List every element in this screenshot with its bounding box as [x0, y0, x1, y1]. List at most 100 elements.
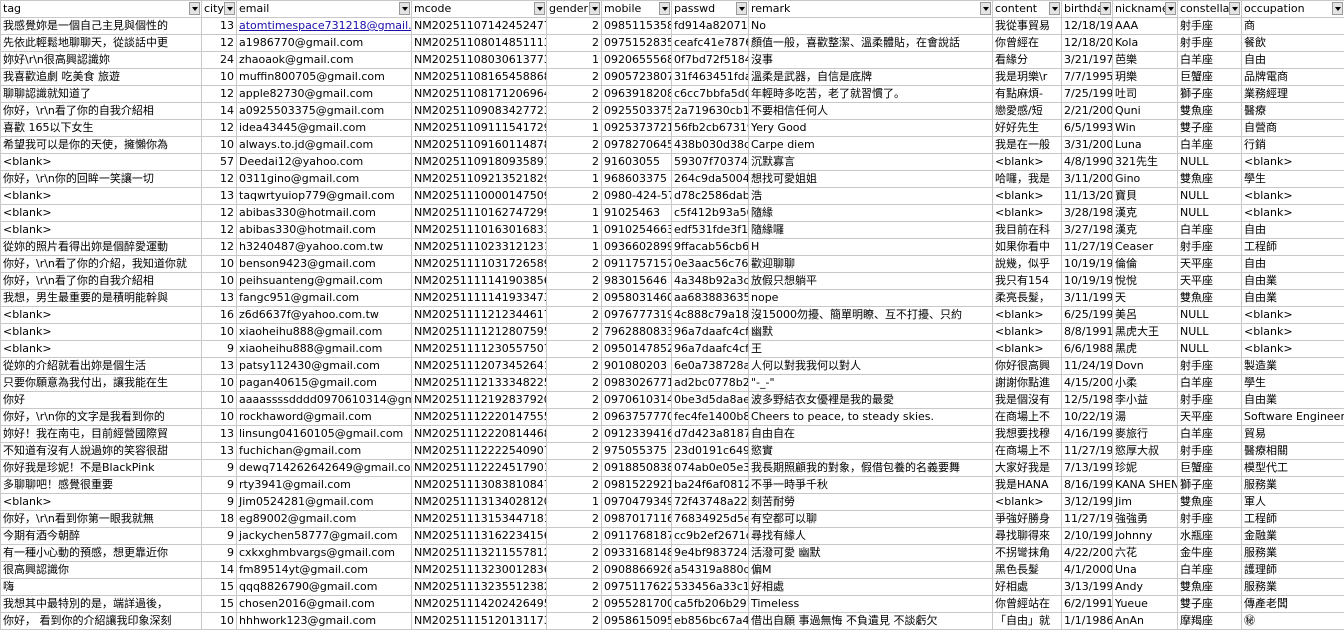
cell-constella[interactable]: 雙子座: [1177, 595, 1242, 613]
cell-email[interactable]: z6d6637f@yahoo.com.tw: [236, 306, 412, 324]
column-header-content[interactable]: content: [992, 0, 1062, 18]
cell-city[interactable]: 12: [201, 170, 237, 188]
cell-nickname[interactable]: 黑虎大王: [1112, 323, 1178, 341]
cell-content[interactable]: 你曾經站在: [992, 595, 1062, 613]
cell-tag[interactable]: 先依此輕鬆地聊聊天，從談話中更: [0, 34, 202, 52]
cell-tag[interactable]: 只要你願意為我付出，讓我能在生: [0, 374, 202, 392]
cell-passwd[interactable]: 6e0a738728a6: [671, 357, 749, 375]
cell-occupation[interactable]: 模型代工: [1241, 459, 1344, 477]
cell-email[interactable]: xiaoheihu888@gmail.com: [236, 323, 412, 341]
cell-birthday[interactable]: 3/11/2005: [1061, 170, 1113, 188]
cell-gender[interactable]: 2: [546, 561, 602, 579]
cell-content[interactable]: 我目前在科: [992, 221, 1062, 239]
cell-content[interactable]: 我是HANA: [992, 476, 1062, 494]
cell-nickname[interactable]: 321先生: [1112, 153, 1178, 171]
cell-passwd[interactable]: 0e3aac56c76d: [671, 255, 749, 273]
cell-email[interactable]: jackychen58777@gmail.com: [236, 527, 412, 545]
cell-email[interactable]: fuchichan@gmail.com: [236, 442, 412, 460]
cell-occupation[interactable]: 工程師: [1241, 510, 1344, 528]
cell-birthday[interactable]: 3/13/1997: [1061, 578, 1113, 596]
cell-remark[interactable]: 好相處: [748, 578, 993, 596]
cell-passwd[interactable]: 2a719630cb12: [671, 102, 749, 120]
cell-gender[interactable]: 2: [546, 391, 602, 409]
cell-mcode[interactable]: NM2025110921352182958: [411, 170, 547, 188]
cell-mobile[interactable]: 0905723807: [601, 68, 672, 86]
cell-remark[interactable]: 人何以對我我何以對人: [748, 357, 993, 375]
cell-mobile[interactable]: 0955281700: [601, 595, 672, 613]
cell-remark[interactable]: 偏M: [748, 561, 993, 579]
cell-occupation[interactable]: 自由業: [1241, 391, 1344, 409]
cell-tag[interactable]: 你好，\r\n看了你的自我介紹相: [0, 102, 202, 120]
cell-content[interactable]: 謝謝你點進: [992, 374, 1062, 392]
cell-content[interactable]: 我是個沒有: [992, 391, 1062, 409]
cell-nickname[interactable]: 麥旅行: [1112, 425, 1178, 443]
cell-remark[interactable]: nope: [748, 289, 993, 307]
cell-nickname[interactable]: Jim: [1112, 493, 1178, 511]
cell-remark[interactable]: "-_-": [748, 374, 993, 392]
cell-birthday[interactable]: 12/18/2006: [1061, 34, 1113, 52]
cell-mobile[interactable]: 0936602899: [601, 238, 672, 256]
cell-tag[interactable]: 不知道有沒有人說過妳的笑容很甜: [0, 442, 202, 460]
cell-email[interactable]: muffin800705@gmail.com: [236, 68, 412, 86]
cell-constella[interactable]: 金牛座: [1177, 544, 1242, 562]
cell-passwd[interactable]: d78c2586dab4: [671, 187, 749, 205]
cell-constella[interactable]: 巨蟹座: [1177, 459, 1242, 477]
cell-content[interactable]: 在商場上不: [992, 442, 1062, 460]
cell-email[interactable]: pagan40615@gmail.com: [236, 374, 412, 392]
cell-content[interactable]: 我是在一般: [992, 136, 1062, 154]
filter-dropdown-icon[interactable]: [224, 2, 235, 15]
cell-mcode[interactable]: NM2025111000014750923: [411, 187, 547, 205]
cell-mobile[interactable]: 0925373721: [601, 119, 672, 137]
cell-mcode[interactable]: NM20251107142452477: [411, 17, 547, 35]
cell-content[interactable]: 看緣分: [992, 51, 1062, 69]
cell-birthday[interactable]: 4/16/1992: [1061, 425, 1113, 443]
column-header-occupation[interactable]: occupation: [1241, 0, 1344, 18]
cell-gender[interactable]: 2: [546, 357, 602, 375]
cell-birthday[interactable]: 2/21/2001: [1061, 102, 1113, 120]
cell-mcode[interactable]: NM2025111222081446852: [411, 425, 547, 443]
cell-nickname[interactable]: 小柔: [1112, 374, 1178, 392]
cell-gender[interactable]: 2: [546, 510, 602, 528]
cell-gender[interactable]: 1: [546, 51, 602, 69]
cell-passwd[interactable]: fd914a820711: [671, 17, 749, 35]
cell-city[interactable]: 57: [201, 153, 237, 171]
cell-remark[interactable]: 沉默寡言: [748, 153, 993, 171]
cell-mobile[interactable]: 0980-424-579: [601, 187, 672, 205]
cell-mobile[interactable]: 91025463: [601, 204, 672, 222]
cell-content[interactable]: 哈囉，我是: [992, 170, 1062, 188]
cell-remark[interactable]: Timeless: [748, 595, 993, 613]
cell-constella[interactable]: NULL: [1177, 187, 1242, 205]
cell-passwd[interactable]: a54319a880d0: [671, 561, 749, 579]
cell-content[interactable]: <blank>: [992, 323, 1062, 341]
cell-city[interactable]: 15: [201, 595, 237, 613]
cell-remark[interactable]: 年輕時多吃苦，老了就習慣了。: [748, 85, 993, 103]
cell-occupation[interactable]: 服務業: [1241, 578, 1344, 596]
cell-city[interactable]: 9: [201, 527, 237, 545]
cell-email[interactable]: a1986770@gmail.com: [236, 34, 412, 52]
cell-constella[interactable]: 摩羯座: [1177, 612, 1242, 630]
cell-occupation[interactable]: 自由: [1241, 221, 1344, 239]
cell-nickname[interactable]: Ceaser: [1112, 238, 1178, 256]
cell-email[interactable]: cxkxghmbvargs@gmail.com: [236, 544, 412, 562]
cell-nickname[interactable]: 美呂: [1112, 306, 1178, 324]
cell-mobile[interactable]: 0983026771: [601, 374, 672, 392]
cell-occupation[interactable]: <blank>: [1241, 187, 1344, 205]
cell-remark[interactable]: 放假只想躺平: [748, 272, 993, 290]
cell-constella[interactable]: 射手座: [1177, 17, 1242, 35]
cell-passwd[interactable]: ceafc41e7876: [671, 34, 749, 52]
cell-mcode[interactable]: NM2025111219283792091: [411, 391, 547, 409]
cell-email[interactable]: h3240487@yahoo.com.tw: [236, 238, 412, 256]
cell-birthday[interactable]: 4/15/2007: [1061, 374, 1113, 392]
cell-constella[interactable]: 射手座: [1177, 34, 1242, 52]
cell-remark[interactable]: 我長期照顧我的對象，假借包養的名義要舞: [748, 459, 993, 477]
cell-content[interactable]: <blank>: [992, 493, 1062, 511]
cell-email[interactable]: zhaoaok@gmail.com: [236, 51, 412, 69]
cell-tag[interactable]: 你好， 看到你的介紹讓我印象深刻: [0, 612, 202, 630]
cell-birthday[interactable]: 6/5/1993: [1061, 119, 1113, 137]
cell-occupation[interactable]: 服務業: [1241, 544, 1344, 562]
cell-gender[interactable]: 2: [546, 306, 602, 324]
cell-mobile[interactable]: 0911768187: [601, 527, 672, 545]
cell-gender[interactable]: 2: [546, 374, 602, 392]
column-header-mobile[interactable]: mobile: [601, 0, 672, 18]
cell-tag[interactable]: 多聊聊吧！感覺很重要: [0, 476, 202, 494]
